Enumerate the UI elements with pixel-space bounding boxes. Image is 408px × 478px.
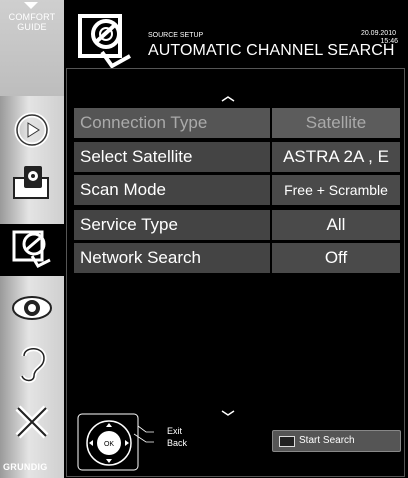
source-icon[interactable] — [10, 162, 54, 206]
tools-icon[interactable] — [10, 400, 54, 444]
setting-value[interactable]: Off — [272, 243, 400, 273]
setting-row-network-search[interactable]: Network Search Off — [74, 243, 400, 273]
start-search-button[interactable]: Start Search — [272, 430, 401, 452]
comfort-guide-tab[interactable]: COMFORT GUIDE — [0, 0, 64, 96]
installation-header-icon — [78, 14, 131, 69]
scroll-down-icon[interactable] — [221, 410, 235, 416]
setting-value[interactable]: ASTRA 2A , E — [272, 142, 400, 172]
setting-row-connection-type[interactable]: Connection Type Satellite — [74, 108, 400, 138]
setting-value[interactable]: Free + Scramble — [272, 175, 400, 205]
page-subtitle: SOURCE SETUP — [148, 32, 204, 39]
setting-value[interactable]: Satellite — [272, 108, 400, 138]
setting-label: Select Satellite — [74, 142, 270, 172]
setting-label: Service Type — [74, 210, 270, 240]
scroll-up-icon[interactable] — [221, 96, 235, 102]
page-title: AUTOMATIC CHANNEL SEARCH — [148, 42, 395, 59]
date-display: 20.09.2010 — [360, 30, 396, 37]
setting-label: Connection Type — [74, 108, 270, 138]
time-display: 15:46 — [380, 38, 398, 45]
comfort-guide-label: COMFORT GUIDE — [8, 12, 56, 32]
installation-icon[interactable] — [10, 226, 54, 270]
setting-label: Network Search — [74, 243, 270, 273]
setting-label: Scan Mode — [74, 175, 270, 205]
setting-value[interactable]: All — [272, 210, 400, 240]
sidebar: COMFORT GUIDE GRUNDIG — [0, 0, 64, 478]
start-search-label: Start Search — [299, 435, 355, 446]
sound-icon[interactable] — [10, 342, 54, 386]
ok-label: OK — [104, 441, 114, 448]
back-hint: Back — [167, 438, 188, 448]
brand-logo: GRUNDIG — [3, 462, 48, 472]
playback-icon[interactable] — [10, 108, 54, 152]
remote-control-icon: OK — [77, 413, 154, 471]
red-button-icon — [279, 435, 295, 447]
setting-row-scan-mode[interactable]: Scan Mode Free + Scramble — [74, 175, 400, 205]
setting-row-select-satellite[interactable]: Select Satellite ASTRA 2A , E — [74, 142, 400, 172]
exit-hint: Exit — [167, 426, 183, 436]
setting-row-service-type[interactable]: Service Type All — [74, 210, 400, 240]
picture-icon[interactable] — [10, 286, 54, 330]
up-arrow-icon — [24, 2, 38, 9]
